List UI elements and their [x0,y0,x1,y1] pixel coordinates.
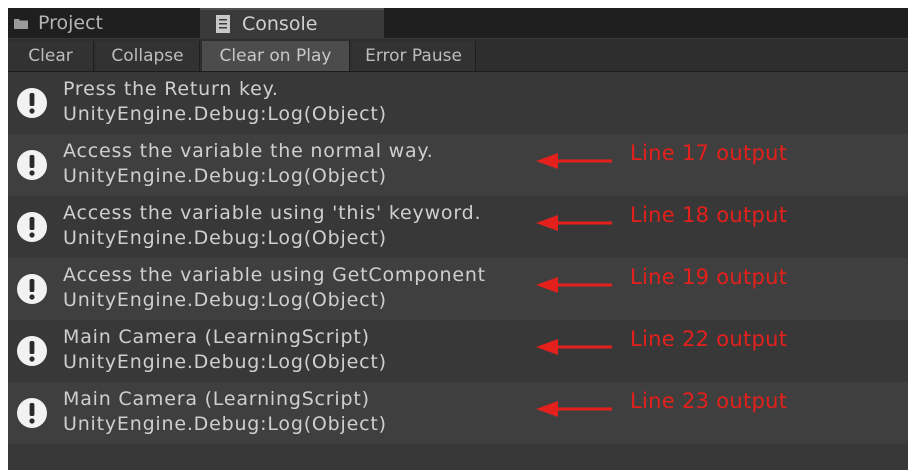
arrow-left-icon [536,339,612,355]
info-icon [17,398,47,428]
info-icon [17,212,47,242]
annotation-label: Line 19 output [630,265,788,289]
log-source: UnityEngine.Debug:Log(Object) [63,227,387,249]
annotation-label: Line 23 output [630,389,788,413]
collapse-button[interactable]: Collapse [96,41,200,71]
log-entry[interactable]: Press the Return key. UnityEngine.Debug:… [8,72,908,134]
log-entry[interactable]: Main Camera (LearningScript) UnityEngine… [8,382,908,444]
arrow-left-icon [536,277,612,293]
tab-bar: Project Console [8,8,908,38]
annotation-label: Line 17 output [630,141,788,165]
folder-icon [14,18,28,29]
log-entry[interactable]: Main Camera (LearningScript) UnityEngine… [8,320,908,382]
log-message: Main Camera (LearningScript) [63,388,370,410]
log-source: UnityEngine.Debug:Log(Object) [63,103,387,125]
tab-project-label: Project [38,12,104,34]
log-source: UnityEngine.Debug:Log(Object) [63,413,387,435]
log-list: Press the Return key. UnityEngine.Debug:… [8,72,908,470]
arrow-left-icon [536,401,612,417]
console-toolbar: Clear Collapse Clear on Play Error Pause [8,39,908,72]
log-entry[interactable]: Access the variable the normal way. Unit… [8,134,908,196]
log-source: UnityEngine.Debug:Log(Object) [63,289,387,311]
clear-on-play-button[interactable]: Clear on Play [202,41,350,71]
tab-console-label: Console [242,13,318,35]
info-icon [17,274,47,304]
log-message: Access the variable the normal way. [63,140,434,162]
console-icon [216,15,230,33]
info-icon [17,88,47,118]
error-pause-button[interactable]: Error Pause [352,41,476,71]
log-entry[interactable]: Access the variable using GetComponent U… [8,258,908,320]
log-source: UnityEngine.Debug:Log(Object) [63,165,387,187]
arrow-left-icon [536,153,612,169]
arrow-left-icon [536,215,612,231]
annotation-label: Line 22 output [630,327,788,351]
info-icon [17,150,47,180]
info-icon [17,336,47,366]
console-window: Project Console Clear Collapse Clear on … [8,8,908,470]
tab-console[interactable]: Console [200,8,384,38]
log-message: Press the Return key. [63,78,279,100]
log-source: UnityEngine.Debug:Log(Object) [63,351,387,373]
log-entry[interactable]: Access the variable using 'this' keyword… [8,196,908,258]
log-message: Main Camera (LearningScript) [63,326,370,348]
toolbar-spacer [478,41,908,71]
log-message: Access the variable using GetComponent [63,264,486,286]
tab-project[interactable]: Project [14,8,194,38]
annotation-label: Line 18 output [630,203,788,227]
clear-button[interactable]: Clear [8,41,94,71]
log-message: Access the variable using 'this' keyword… [63,202,482,224]
